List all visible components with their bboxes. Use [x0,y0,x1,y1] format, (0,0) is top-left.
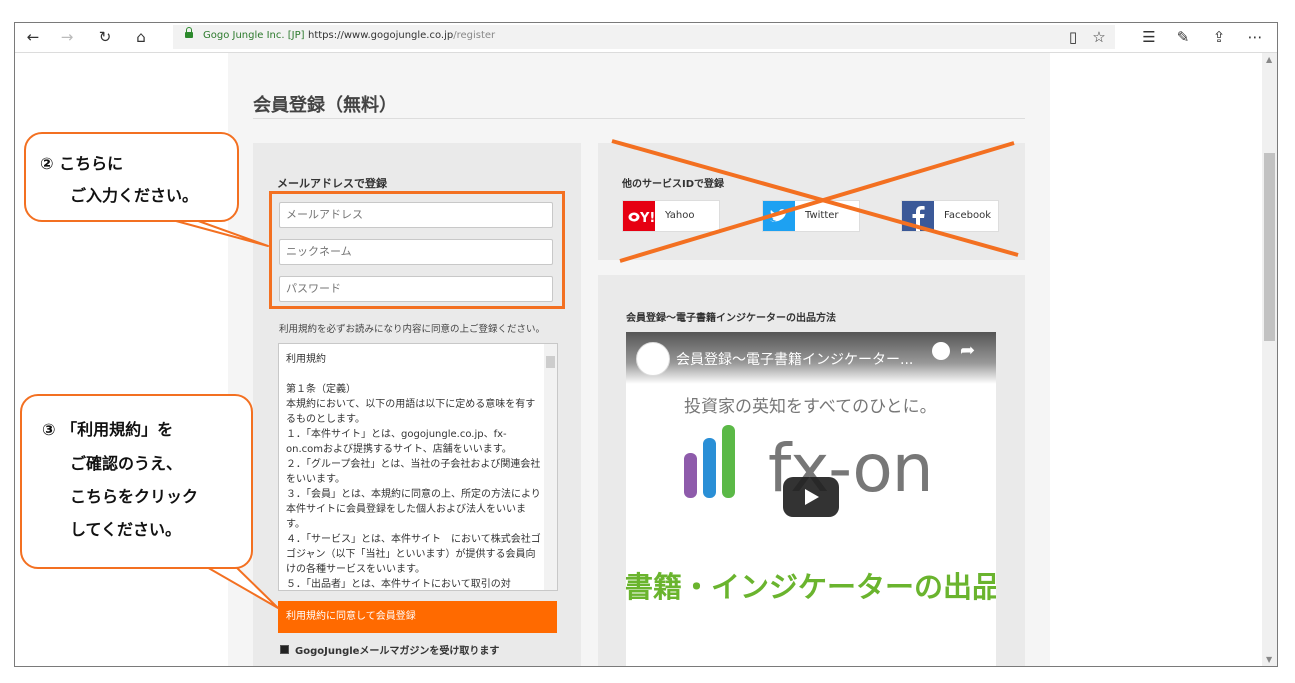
callout-2-line1: ③ 「利用規約」を [42,420,174,439]
page-title: 会員登録（無料） [253,95,397,116]
home-icon[interactable]: ⌂ [131,27,151,47]
scroll-up-icon[interactable]: ▲ [1266,55,1272,64]
facebook-icon [902,201,934,231]
favorite-star-icon[interactable]: ☆ [1089,27,1109,47]
svg-text:Y!: Y! [639,211,655,226]
twitter-icon [763,201,795,231]
address-bar[interactable]: Gogo Jungle Inc. [JP] https://www.gogoju… [173,25,1115,49]
video-heading: 会員登録〜電子書籍インジケーターの出品方法 [626,313,836,324]
reading-view-icon[interactable]: ▯ [1063,27,1083,47]
callout-enter-details: ② こちらに ご入力ください。 [24,132,239,222]
video-title[interactable]: 会員登録〜電子書籍インジケーター... [676,349,913,369]
social-register-panel: 他のサービスIDで登録 Y! Yahoo Twitter Facebook [598,143,1025,260]
yahoo-label: Yahoo [665,210,695,221]
twitter-label: Twitter [805,210,839,221]
yahoo-button[interactable]: Y! Yahoo [622,200,720,232]
forward-icon[interactable]: → [57,27,77,47]
newsletter-checkbox[interactable] [280,645,289,654]
refresh-icon[interactable]: ↻ [95,27,115,47]
favorites-hub-icon[interactable]: ☰ [1139,27,1159,47]
terms-box[interactable]: 利用規約 第１条（定義） 本規約において、以下の用語は以下に定める意味を有するも… [278,343,558,591]
share-icon[interactable]: ⇪ [1209,27,1229,47]
email-register-heading: メールアドレスで登録 [277,177,387,190]
input-highlight-box [269,191,565,309]
newsletter-label: GogoJungleメールマガジンを受け取ります [295,646,500,657]
pen-icon[interactable]: ✎ [1173,27,1193,47]
video-tagline: 投資家の英知をすべてのひとに。 [684,397,937,417]
fxon-logo-bars [684,425,735,498]
callout-1-line2: ご入力ください。 [70,186,199,205]
callout-2-line4: してください。 [70,520,182,539]
video-panel: 会員登録〜電子書籍インジケーターの出品方法 会員登録〜電子書籍インジケーター..… [598,275,1025,666]
facebook-button[interactable]: Facebook [901,200,999,232]
url-text: https://www.gogojungle.co.jp/register [308,30,495,41]
page-scrollbar[interactable]: ▲ ▼ [1262,53,1277,666]
terms-scroll-thumb[interactable] [546,356,555,368]
play-button[interactable] [783,477,839,517]
channel-avatar[interactable] [636,342,670,376]
more-icon[interactable]: ⋯ [1245,27,1265,47]
browser-window: ← → ↻ ⌂ Gogo Jungle Inc. [JP] https://ww… [14,22,1278,667]
terms-text: 利用規約 第１条（定義） 本規約において、以下の用語は以下に定める意味を有するも… [286,354,541,590]
twitter-button[interactable]: Twitter [762,200,860,232]
video-player[interactable]: 会員登録〜電子書籍インジケーター... ➦ 投資家の英知をすべてのひとに。 fx… [626,332,996,666]
scroll-down-icon[interactable]: ▼ [1266,655,1272,664]
back-icon[interactable]: ← [23,27,43,47]
register-page: 会員登録（無料） メールアドレスで登録 利用規約を必ずお読みになり内容に同意の上… [228,53,1050,666]
watch-later-icon[interactable] [932,342,950,360]
yahoo-icon: Y! [623,201,655,231]
terms-notice: 利用規約を必ずお読みになり内容に同意の上ご登録ください。 [279,324,546,335]
callout-2-line2: ご確認のうえ、 [70,454,183,473]
url-path: /register [453,30,496,41]
browser-toolbar: ← → ↻ ⌂ Gogo Jungle Inc. [JP] https://ww… [15,23,1277,53]
social-register-heading: 他のサービスIDで登録 [622,179,725,190]
callout-confirm-terms: ③ 「利用規約」を ご確認のうえ、 こちらをクリック してください。 [20,394,253,569]
url-host: https://www.gogojungle.co.jp [308,30,454,41]
agree-register-button[interactable]: 利用規約に同意して会員登録 [278,601,557,633]
page-scroll-thumb[interactable] [1264,153,1275,341]
callout-2-line3: こちらをクリック [70,487,199,506]
title-divider [253,118,1025,119]
facebook-label: Facebook [944,210,991,221]
callout-1-line1: ② こちらに [40,154,124,173]
lock-icon [185,27,193,38]
video-banner: 書籍・インジケーターの出品 [626,570,996,604]
share-arrow-icon[interactable]: ➦ [960,340,975,361]
site-identity: Gogo Jungle Inc. [JP] [203,30,305,41]
terms-scrollbar[interactable] [544,344,557,590]
